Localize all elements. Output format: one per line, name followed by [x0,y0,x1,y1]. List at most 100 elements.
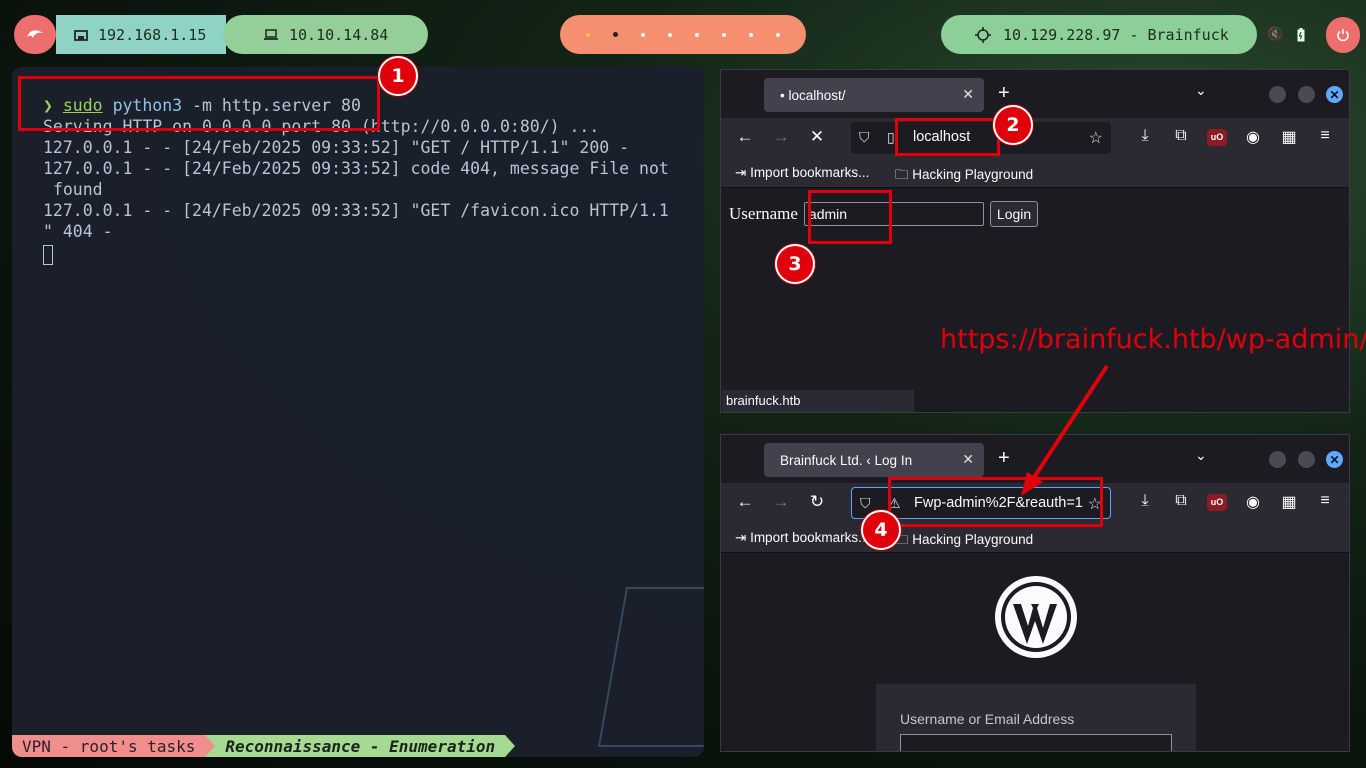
new-tab-icon[interactable]: + [998,82,1010,105]
kali-menu-button[interactable] [14,15,56,54]
tab-wp-login[interactable]: Brainfuck Ltd. ‹ Log In ✕ [764,443,984,477]
kali-dragon-icon [27,29,43,38]
import-bookmarks-link[interactable]: ⇥ Import bookmarks... [735,530,869,546]
back-icon[interactable]: ← [735,492,755,512]
qr-code-icon[interactable]: ▦ [1279,492,1299,512]
tab-bar: • localhost/ ✕ + ⌄ ✕ [721,70,1349,118]
workspace-dot[interactable] [585,32,590,37]
username-input[interactable] [803,202,984,226]
spy-extension-icon[interactable]: ◉ [1243,127,1263,147]
close-window-button[interactable]: ✕ [1326,86,1343,103]
ethernet-icon [74,29,88,41]
output-line: Serving HTTP on 0.0.0.0 port 80 (http://… [43,117,600,136]
workspace-dot[interactable] [612,32,618,37]
cmd-python: python3 [112,96,183,115]
workspace-dot[interactable] [722,32,727,37]
workspace-dot[interactable] [640,32,645,37]
annotation-marker-2: 2 [993,105,1033,145]
annotation-marker-1: 1 [378,56,418,96]
workspace-switcher[interactable] [560,15,806,54]
downloads-icon[interactable]: ⤓ [1135,492,1155,510]
wp-username-input[interactable] [900,734,1172,751]
workspace-dot[interactable] [749,32,754,37]
power-button[interactable] [1326,17,1360,53]
tab-localhost[interactable]: • localhost/ ✕ [764,78,984,112]
wp-login-form: Username or Email Address [876,684,1196,751]
qr-code-icon[interactable]: ▦ [1279,127,1299,147]
menu-icon[interactable]: ≡ [1315,127,1335,145]
bookmark-label: Hacking Playground [912,167,1034,182]
workspace-dot[interactable] [776,32,781,37]
forward-icon[interactable]: → [771,492,791,512]
page-icon: ▯ [887,129,895,145]
workspace-dot[interactable] [695,32,700,37]
tab-title: Brainfuck Ltd. ‹ Log In [780,452,913,468]
crosshair-icon [975,26,991,43]
terminal-cursor [43,244,53,265]
shield-icon[interactable]: ⛉ [859,129,870,146]
bookmark-label: Import bookmarks... [750,530,870,545]
menu-icon[interactable]: ≡ [1315,492,1335,510]
back-icon[interactable]: ← [735,127,755,147]
reload-icon[interactable]: ↻ [807,492,827,512]
shield-icon[interactable]: ⛉ [860,495,871,512]
maximize-button[interactable] [1298,451,1315,468]
bookmark-star-icon[interactable]: ☆ [1089,128,1103,148]
hacking-playground-folder[interactable]: 🗀 Hacking Playground [895,530,1033,553]
chevron-down-icon[interactable]: ⌄ [1195,447,1207,464]
prompt-symbol: ❯ [43,96,53,115]
wordpress-logo-icon[interactable] [993,574,1079,660]
maximize-button[interactable] [1298,86,1315,103]
close-window-button[interactable]: ✕ [1326,451,1343,468]
local-ip-text: 192.168.1.15 [98,25,207,44]
cmd-args: -m http.server 80 [182,96,361,115]
wallpaper-decoration [597,587,704,747]
minimize-button[interactable] [1269,86,1286,103]
login-button[interactable]: Login [989,201,1039,227]
minimize-button[interactable] [1269,451,1286,468]
status-url: brainfuck.htb [722,390,914,412]
annotation-url-text: https://brainfuck.htb/wp-admin/ [940,324,1366,355]
annotation-marker-4: 4 [861,510,901,550]
url-bar[interactable]: ⛉ ▯ localhost ☆ [851,122,1111,154]
command-line: ❯ sudo python3 -m http.server 80 [43,95,683,116]
login-form: Username Login [729,201,1039,227]
close-tab-icon[interactable]: ✕ [962,451,974,468]
target-widget[interactable]: 10.129.228.97 - Brainfuck [941,15,1257,54]
output-line: found [43,180,103,199]
close-tab-icon[interactable]: ✕ [962,86,974,103]
tab-title: • localhost/ [780,87,846,103]
bookmarks-bar: ⇥ Import bookmarks... 🗀 Hacking Playgrou… [721,523,1349,553]
ublock-icon[interactable]: uO [1207,129,1227,146]
extensions-icon[interactable]: ⧉ [1171,127,1191,145]
output-line: " 404 - [43,222,113,241]
warning-icon[interactable]: ⚠ [888,495,901,512]
output-line: 127.0.0.1 - - [24/Feb/2025 09:33:52] "GE… [43,138,630,157]
extensions-icon[interactable]: ⧉ [1171,492,1191,510]
nav-bar: ← → ✕ ⛉ ▯ localhost ☆ ⤓ ⧉ uO ◉ ▦ ≡ [721,118,1349,158]
volume-muted-icon[interactable]: 🔇 [1267,27,1283,42]
forward-icon[interactable]: → [771,127,791,147]
workspace-dot[interactable] [667,32,672,37]
vpn-ip-text: 10.10.14.84 [289,25,389,44]
downloads-icon[interactable]: ⤓ [1135,127,1155,145]
output-line: 127.0.0.1 - - [24/Feb/2025 09:33:52] "GE… [43,201,669,220]
chevron-down-icon[interactable]: ⌄ [1195,82,1207,99]
username-label: Username [729,204,798,223]
terminal-output: ❯ sudo python3 -m http.server 80 Serving… [43,95,683,265]
laptop-icon [264,28,278,40]
import-bookmarks-link[interactable]: ⇥ Import bookmarks... [735,165,869,181]
annotation-marker-3: 3 [775,244,815,284]
bookmark-label: Hacking Playground [912,532,1034,547]
new-tab-icon[interactable]: + [998,447,1010,470]
vpn-ip-widget: 10.10.14.84 [223,15,428,54]
hacking-playground-folder[interactable]: 🗀 Hacking Playground [895,165,1033,188]
ublock-icon[interactable]: uO [1207,494,1227,511]
status-window: Reconnaissance - Enumeration [215,735,506,757]
local-ip-widget: 192.168.1.15 [56,15,226,54]
terminal-window[interactable]: ❯ sudo python3 -m http.server 80 Serving… [12,67,704,757]
spy-extension-icon[interactable]: ◉ [1243,492,1263,512]
stop-icon[interactable]: ✕ [807,127,827,147]
bookmarks-bar: ⇥ Import bookmarks... 🗀 Hacking Playgrou… [721,158,1349,188]
battery-icon [1297,27,1305,41]
